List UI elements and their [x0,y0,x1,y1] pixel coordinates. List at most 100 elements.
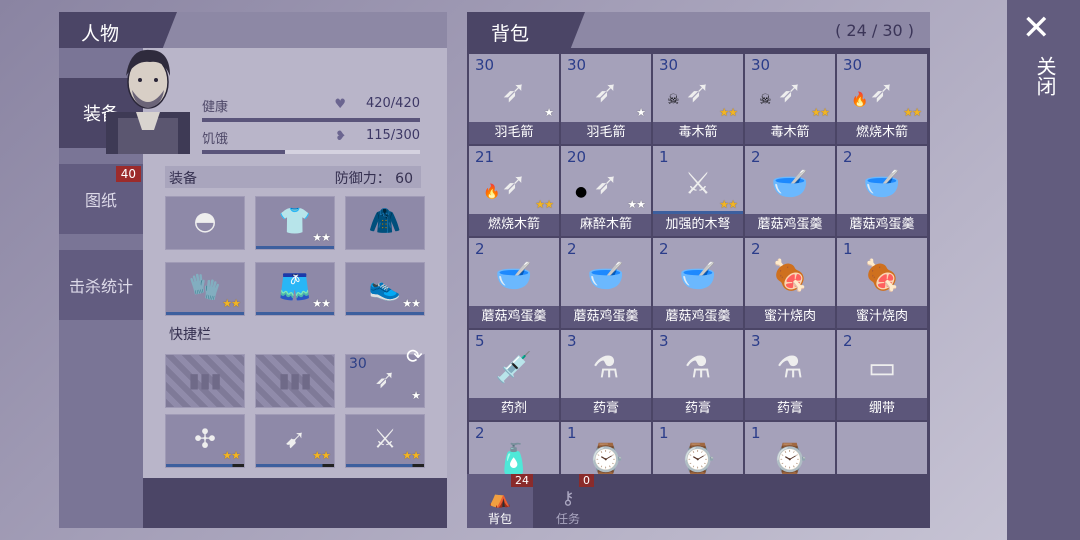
tab-quests[interactable]: 0 ⚷ 任务 [535,474,601,528]
item-count: 2 [475,424,485,442]
arrow-icon: ➶ [777,74,803,110]
backpack-item[interactable]: 30 ➶ 🔥 ★★ 燃烧木箭 [837,54,927,144]
shorts-icon: 🩳 [278,272,312,303]
backpack-item[interactable]: 1 ⚔ ★★ 加强的木弩 [653,146,743,236]
star-rating: ★ [411,389,421,402]
item-count: 2 [843,332,853,350]
health-value: 420/420 [365,96,420,111]
star-rating: ★★ [535,198,554,211]
equipment-slot-sneakers[interactable]: 👟 ★★ [345,262,425,316]
item-count: 2 [659,240,669,258]
heart-icon: ♥ [334,97,346,112]
syringe-icon: 💉 [495,350,533,386]
item-name: 羽毛箭 [561,122,651,144]
item-count: 2 [843,148,853,166]
hunger-label: 饥饿 [202,132,229,147]
equipment-slot-jacket[interactable]: 🧥 [345,196,425,250]
equipment-slot-shirt[interactable]: 👕 ★★ [255,196,335,250]
tab-kill-stats[interactable]: 击杀统计 [59,250,143,320]
backpack-icon: ⛺ [488,488,512,509]
backpack-item[interactable]: 2 🥣 蘑菇鸡蛋羹 [561,238,651,328]
backpack-tabs: 24 ⛺ 背包 0 ⚷ 任务 [467,474,930,528]
arrow-icon: ➶ [501,74,527,110]
watch-icon: ⌚ [771,442,809,478]
item-count: 20 [567,148,587,166]
item-name: 药剂 [469,398,559,420]
item-count: 21 [475,148,495,166]
backpack-item[interactable]: 2 🥣 蘑菇鸡蛋羹 [837,146,927,236]
item-name: 蜜汁烧肉 [837,306,927,328]
arrow-icon: ➶ [593,74,619,110]
backpack-item[interactable]: 30 ➶ ★ 羽毛箭 [561,54,651,144]
element-icon: 🔥 [483,184,501,200]
star-rating: ★★ [811,106,830,119]
bowl-icon: 🥣 [679,258,717,294]
item-name: 药膏 [653,398,743,420]
equipment-slot-gloves[interactable]: 🧤 ★★ [165,262,245,316]
star-rating: ★★ [222,297,241,310]
quickbar-label: 快捷栏 [169,327,211,343]
star-rating: ★★ [312,297,331,310]
close-button[interactable]: 关闭 [1031,56,1060,96]
bandage-icon: ▭ [867,350,897,386]
meat-icon: 🍖 [771,258,809,294]
backpack-item[interactable]: 3 ⚗ 药膏 [653,330,743,420]
item-name: 药膏 [745,398,835,420]
backpack-item[interactable]: 30 ➶ ☠ ★★ 毒木箭 [745,54,835,144]
backpack-item[interactable]: 2 🥣 蘑菇鸡蛋羹 [469,238,559,328]
item-name: 蜜汁烧肉 [745,306,835,328]
item-count: 30 [567,56,587,74]
element-icon: ☠ [667,92,680,108]
item-name: 蘑菇鸡蛋羹 [745,214,835,236]
sneakers-icon: 👟 [368,272,402,303]
backpack-item[interactable]: 5 💉 药剂 [469,330,559,420]
backpack-item[interactable]: 30 ➶ ☠ ★★ 毒木箭 [653,54,743,144]
quickbar-slot-spiked-club[interactable]: ✣ ★★ [165,414,245,468]
star-rating: ★★ [312,449,331,462]
backpack-panel: 背包 ( 24 / 30 ) 30 ➶ ★ 羽毛箭 30 ➶ ★ 羽毛箭 30 ➶ ☠ ★★ 毒木箭 30… [467,12,930,528]
defense-value: 60 [395,171,413,187]
star-rating: ★ [544,106,554,119]
health-label: 健康 [202,100,229,115]
crossbow-icon: ⚔ [684,166,712,202]
backpack-item[interactable]: 2 ▭ 绷带 [837,330,927,420]
watch-icon: ⌚ [587,442,625,478]
backpack-item[interactable]: 20 ➶ ● ★★ 麻醉木箭 [561,146,651,236]
backpack-item[interactable]: 2 🍖 蜜汁烧肉 [745,238,835,328]
defense-label: 防御力： [334,171,391,187]
swap-icon[interactable]: ⟳ [406,344,423,368]
defense-stat: 防御力： 60 [335,168,413,188]
quickbar-slot-spear[interactable]: ➹ ★★ [255,414,335,468]
item-count: 30 [475,56,495,74]
backpack-item[interactable]: 2 🥣 蘑菇鸡蛋羹 [653,238,743,328]
item-name: 蘑菇鸡蛋羹 [561,306,651,328]
quickbar-slot-crossbow[interactable]: ⚔ ★★ [345,414,425,468]
star-rating: ★★ [312,231,331,244]
element-icon: 🔥 [851,92,869,108]
backpack-item[interactable]: 1 🍖 蜜汁烧肉 [837,238,927,328]
item-count: 2 [567,240,577,258]
hunger-value: 115/300 [365,128,420,143]
backpack-item[interactable]: 2 🥣 蘑菇鸡蛋羹 [745,146,835,236]
item-count: 2 [751,148,761,166]
quickbar-slot-locked[interactable]: ▮▮▮ [255,354,335,408]
backpack-item[interactable]: 21 ➶ 🔥 ★★ 燃烧木箭 [469,146,559,236]
equipment-slot-beanie-hat[interactable]: ◓ [165,196,245,250]
backpack-title: 背包 [491,23,530,45]
close-icon[interactable]: ✕ [1022,8,1051,48]
backpack-item[interactable]: 3 ⚗ 药膏 [561,330,651,420]
tab-backpack[interactable]: 24 ⛺ 背包 [467,474,533,528]
backpack-item[interactable]: 3 ⚗ 药膏 [745,330,835,420]
item-name: 麻醉木箭 [561,214,651,236]
item-count: 30 [843,56,863,74]
character-portrait [106,49,190,154]
blueprint-count-badge: 40 [115,166,141,182]
hunger-bar [202,150,420,154]
tab-blueprints[interactable]: 图纸 40 [59,164,143,234]
item-name: 药膏 [561,398,651,420]
equipment-slot-shorts[interactable]: 🩳 ★★ [255,262,335,316]
quickbar-slot-locked[interactable]: ▮▮▮ [165,354,245,408]
item-count: 1 [751,424,761,442]
backpack-item[interactable]: 30 ➶ ★ 羽毛箭 [469,54,559,144]
star-rating: ★★ [222,449,241,462]
